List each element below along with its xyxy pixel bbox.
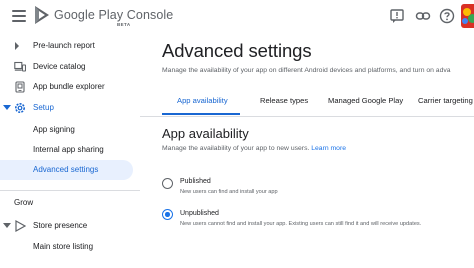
bundle-icon [15,81,25,93]
top-app-bar: Google Play Console BETA [0,0,474,32]
play-icon [15,220,26,232]
help-icon[interactable] [439,8,455,24]
google-play-logo-icon[interactable] [33,5,51,25]
sidebar-item-label: Advanced settings [33,165,99,174]
active-tab-indicator [162,113,240,115]
sidebar-item-label: Device catalog [33,62,86,71]
tab-release-types[interactable]: Release types [260,96,308,105]
section-description-text: Manage the availability of your app to n… [162,145,310,152]
caret-down-icon [3,105,11,110]
tab-managed-google-play[interactable]: Managed Google Play [328,96,403,105]
gear-icon [15,103,25,113]
avatar[interactable] [461,4,474,28]
sidebar-item-label: App bundle explorer [33,82,105,91]
page-description: Manage the availability of your app on d… [162,67,451,74]
section-title: App availability [162,126,249,141]
devices-icon [14,61,26,72]
sidebar-item-advanced-settings[interactable]: Advanced settings [0,160,133,180]
unpublished-radio[interactable] [162,209,173,220]
caret-down-icon [3,223,11,228]
sidebar-item-store-presence[interactable]: Store presence [0,216,133,236]
sidebar-item-device-catalog[interactable]: Device catalog [0,57,133,77]
link-icon[interactable] [415,8,431,24]
tab-divider [140,116,474,117]
sidebar-item-label: Main store listing [33,242,94,251]
sidebar: Pre-launch report Device catalog App bun… [0,32,140,268]
sidebar-item-pre-launch-report[interactable]: Pre-launch report [0,36,133,56]
feedback-icon[interactable] [389,8,405,24]
menu-icon[interactable] [12,10,26,22]
sidebar-item-label: Internal app sharing [33,145,104,154]
sidebar-item-label: Setup [33,103,54,112]
beta-badge: BETA [117,22,131,27]
tab-bar: App availability Release types Managed G… [162,88,474,116]
main-content: Advanced settings Manage the availabilit… [140,32,474,268]
tab-app-availability[interactable]: App availability [177,96,228,105]
published-label: Published [180,178,211,185]
sidebar-item-app-bundle-explorer[interactable]: App bundle explorer [0,77,133,97]
unpublished-description: New users cannot find and install your a… [180,221,422,227]
tab-carrier-targeting[interactable]: Carrier targeting [418,96,473,105]
app-brand-title[interactable]: Google Play Console [54,8,173,22]
sidebar-item-app-signing[interactable]: App signing [0,120,133,140]
learn-more-link[interactable]: Learn more [311,145,346,152]
sidebar-section-grow: Grow [14,198,34,207]
sidebar-item-label: Pre-launch report [33,41,95,50]
page-title: Advanced settings [162,40,312,61]
caret-right-icon [15,42,19,50]
published-description: New users can find and install your app [180,189,278,195]
published-radio[interactable] [162,178,173,189]
sidebar-divider [0,190,140,191]
sidebar-item-label: Store presence [33,221,88,230]
sidebar-item-main-store-listing[interactable]: Main store listing [0,237,133,257]
sidebar-item-label: App signing [33,125,75,134]
section-description: Manage the availability of your app to n… [162,145,346,152]
sidebar-item-internal-app-sharing[interactable]: Internal app sharing [0,140,133,160]
sidebar-item-setup[interactable]: Setup [0,98,133,118]
unpublished-label: Unpublished [180,210,219,217]
